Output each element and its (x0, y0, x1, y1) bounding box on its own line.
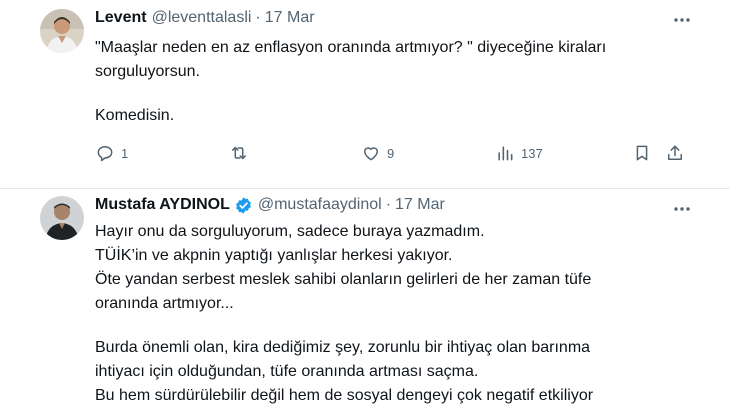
user-handle[interactable]: @mustafaaydinol (258, 195, 382, 215)
display-name[interactable]: Mustafa AYDINOL (95, 195, 230, 215)
avatar[interactable] (40, 196, 84, 240)
share-button[interactable] (665, 143, 685, 163)
views-button[interactable]: 137 (495, 143, 543, 163)
like-button[interactable]: 9 (361, 143, 394, 163)
tweet-text-line: Bu hem sürdürülebilir değil hem de sosya… (95, 387, 594, 404)
tweet-text: Hayır onu da sorguluyorum, sadece buraya… (95, 220, 685, 408)
tweet-text-line: "Maaşlar neden en az enflasyon oranında … (95, 39, 607, 56)
like-count: 9 (387, 145, 395, 161)
tweet-mustafa[interactable]: Mustafa AYDINOL @mustafaaydinol · 17 Mar… (0, 189, 730, 420)
bookmark-button[interactable] (632, 143, 652, 163)
action-bar: 1 9 137 (95, 143, 695, 167)
reply-count: 1 (121, 145, 129, 161)
tweet-date[interactable]: 17 Mar (265, 8, 315, 28)
tweet-text-line: Komedisin. (95, 107, 175, 124)
verified-badge-icon (234, 196, 253, 215)
bookmark-icon (636, 145, 648, 161)
tweet-text-line: Öte yandan serbest meslek sahibi olanlar… (95, 271, 592, 288)
tweet-text-line: Burda önemli olan, kira dediğimiz şey, z… (95, 339, 591, 356)
tweet-text-line: Hayır onu da sorguluyorum, sadece buraya… (95, 223, 485, 240)
tweet-text: "Maaşlar neden en az enflasyon oranında … (95, 36, 685, 128)
display-name[interactable]: Levent (95, 8, 147, 28)
tweet-date[interactable]: 17 Mar (395, 195, 445, 215)
views-count: 137 (521, 145, 543, 161)
views-icon (498, 146, 513, 161)
user-handle[interactable]: @leventtalasli (152, 8, 252, 28)
share-icon (668, 145, 682, 160)
reply-icon (97, 146, 113, 162)
more-options-icon[interactable] (672, 199, 692, 219)
tweet-text-line: sorguluyorsun. (95, 63, 200, 80)
tweet-levent[interactable]: Levent @leventtalasli · 17 Mar "Maaşlar … (0, 0, 730, 189)
separator: · (255, 9, 261, 26)
like-icon (364, 147, 378, 161)
more-options-icon[interactable] (672, 10, 692, 30)
separator: · (385, 196, 392, 213)
avatar[interactable] (40, 9, 84, 53)
tweet-text-line: TÜİK’in ve akpnin yaptığı yanlışlar herk… (95, 247, 453, 264)
retweet-button[interactable] (229, 143, 249, 163)
tweet-header: Levent @leventtalasli · 17 Mar (95, 8, 315, 28)
reply-button[interactable]: 1 (95, 143, 128, 163)
tweet-text-line: oranında artmıyor... (95, 295, 234, 312)
tweet-text-line: ihtiyacı için olduğundan, tüfe oranında … (95, 363, 479, 380)
retweet-icon (232, 146, 246, 160)
tweet-header: Mustafa AYDINOL @mustafaaydinol · 17 Mar (95, 195, 445, 215)
